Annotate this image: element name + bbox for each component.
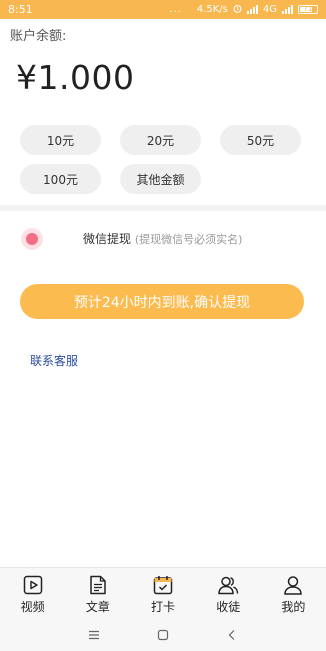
section-divider [0, 205, 326, 211]
amount-option-10[interactable]: 10元 [20, 125, 101, 155]
balance-amount: ¥1.000 [16, 58, 135, 97]
withdraw-method-hint: (提现微信号必须实名) [134, 233, 243, 246]
checkin-icon [153, 576, 173, 595]
balance-label: 账户余额: [10, 29, 67, 44]
nav-label-apprentice: 收徒 [216, 600, 241, 614]
nav-item-apprentice[interactable]: 收徒 [196, 568, 261, 619]
nav-label-profile: 我的 [281, 600, 306, 614]
profile-icon [284, 576, 303, 595]
withdraw-method-name: 微信提现 [83, 232, 132, 246]
menu-icon[interactable] [87, 628, 101, 642]
battery-icon: 71 [298, 5, 318, 14]
battery-level: 71 [303, 5, 313, 13]
video-icon [23, 575, 42, 595]
status-indicators: ... 4.5K/s 4G 71 [169, 4, 318, 16]
home-icon[interactable] [156, 628, 170, 642]
signal-icon [246, 5, 258, 14]
nav-item-video[interactable]: 视频 [0, 568, 65, 619]
nav-item-profile[interactable]: 我的 [261, 568, 326, 619]
apprentice-icon [218, 576, 239, 595]
signal-icon-2 [282, 5, 293, 14]
article-icon [90, 575, 106, 595]
alarm-icon [233, 4, 242, 16]
status-time: 8:51 [8, 3, 33, 16]
contact-support-link[interactable]: 联系客服 [30, 352, 78, 369]
wechat-radio[interactable] [21, 228, 43, 250]
bottom-nav: 视频 文章 打卡 收徒 我的 [0, 567, 326, 619]
withdraw-method-label: 微信提现 (提现微信号必须实名) [83, 230, 242, 247]
status-dots: ... [169, 4, 182, 15]
nav-label-video: 视频 [20, 600, 45, 614]
amount-option-other[interactable]: 其他金额 [120, 164, 201, 194]
status-bar: 8:51 ... 4.5K/s 4G 71 [0, 0, 326, 19]
nav-label-checkin: 打卡 [151, 600, 176, 614]
nav-label-article: 文章 [85, 600, 110, 614]
network-speed: 4.5K/s [196, 4, 228, 15]
nav-item-article[interactable]: 文章 [65, 568, 130, 619]
radio-selected-dot [26, 233, 38, 245]
system-nav-bar [0, 619, 326, 651]
confirm-withdraw-button[interactable]: 预计24小时内到账,确认提现 [20, 284, 304, 319]
amount-option-100[interactable]: 100元 [20, 164, 101, 194]
network-type: 4G [262, 4, 277, 15]
amount-option-50[interactable]: 50元 [220, 125, 301, 155]
back-icon[interactable] [225, 628, 239, 642]
amount-option-20[interactable]: 20元 [120, 125, 201, 155]
nav-item-checkin[interactable]: 打卡 [130, 568, 195, 619]
